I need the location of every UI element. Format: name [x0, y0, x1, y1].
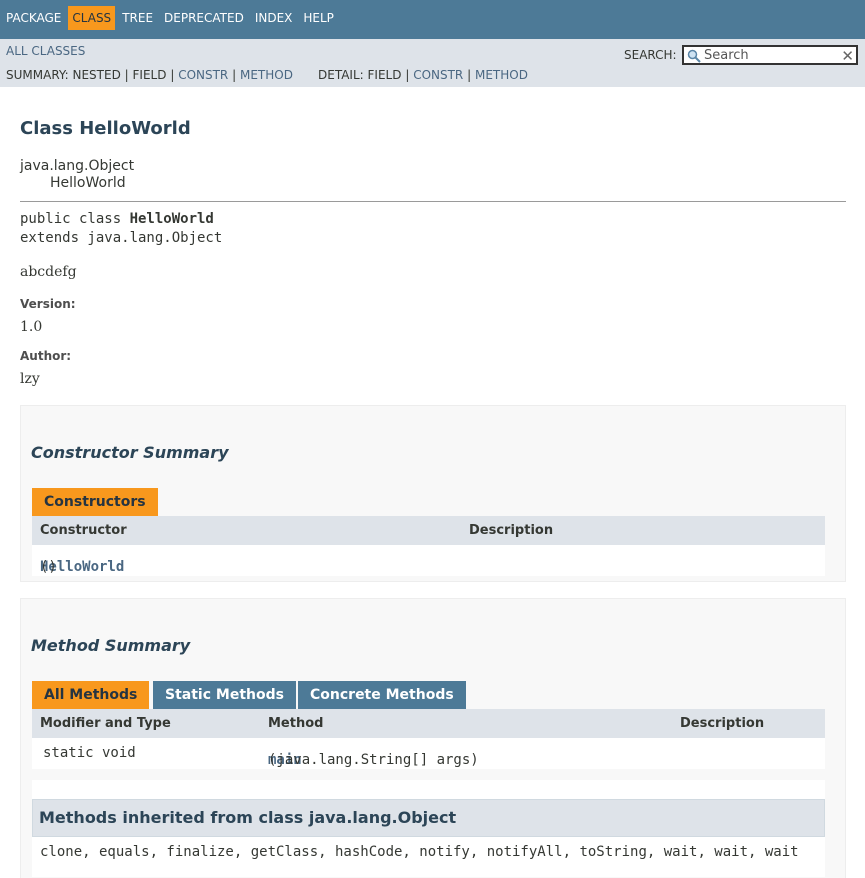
author-value: lzy: [20, 371, 40, 387]
all-classes-link[interactable]: All Classes: [6, 44, 85, 58]
divider: [20, 201, 846, 202]
inherited-methods-header: Methods inherited from class java.lang.O…: [32, 799, 825, 837]
version-value: 1.0: [20, 319, 43, 335]
col-modifier-type: Modifier and Type: [40, 716, 171, 731]
detail-nav: DETAIL: FIELD | CONSTR | METHOD: [318, 68, 528, 82]
class-extends: extends java.lang.Object: [20, 230, 223, 246]
inherited-methods-body: clone, equals, finalize, getClass, hashC…: [32, 837, 825, 877]
constructor-table-header: Constructor Description: [32, 516, 825, 545]
detail-field: FIELD: [367, 68, 402, 82]
top-nav-bar: Package Class Tree Deprecated Index Help: [0, 0, 865, 39]
table-row: static void main (java.lang.String[] args…: [32, 738, 825, 769]
col-method: Method: [268, 716, 324, 731]
summary-nav: SUMMARY: NESTED | FIELD | CONSTR | METHO…: [6, 68, 293, 82]
method-params: (java.lang.String[] args): [268, 752, 479, 768]
constructor-summary-title: Constructor Summary: [31, 443, 229, 462]
search-icon: [687, 49, 701, 63]
method-table-header: Modifier and Type Method Description: [32, 709, 825, 738]
tab-constructors[interactable]: Constructors: [32, 488, 158, 516]
search-label: SEARCH:: [624, 48, 677, 62]
summary-label: SUMMARY:: [6, 68, 69, 82]
inheritance-parent: java.lang.Object: [20, 158, 135, 174]
nav-item-package[interactable]: Package: [2, 6, 65, 30]
top-nav-list: Package Class Tree Deprecated Index Help: [0, 0, 865, 35]
summary-method-link[interactable]: METHOD: [240, 68, 293, 82]
search-placeholder: Search: [704, 48, 749, 63]
nav-item-class[interactable]: Class: [68, 5, 116, 30]
signature-prefix: public class: [20, 211, 130, 227]
clear-search-icon[interactable]: ✕: [841, 47, 854, 65]
inherited-methods-list[interactable]: clone, equals, finalize, getClass, hashC…: [40, 844, 799, 860]
sub-nav-bar: All Classes SUMMARY: NESTED | FIELD | CO…: [0, 39, 865, 87]
constructor-summary-section: Constructor Summary Constructors Constru…: [20, 405, 846, 582]
version-label: Version:: [20, 297, 76, 311]
detail-constr-link[interactable]: CONSTR: [413, 68, 463, 82]
separator: |: [124, 68, 129, 82]
method-summary-section: Method Summary All Methods Static Method…: [20, 598, 846, 878]
col-constructor: Constructor: [40, 523, 127, 538]
separator: |: [232, 68, 237, 82]
separator: |: [405, 68, 410, 82]
detail-method-link[interactable]: METHOD: [475, 68, 528, 82]
detail-label: DETAIL:: [318, 68, 364, 82]
table-row: HelloWorld(): [32, 545, 825, 576]
page-title: Class HelloWorld: [20, 118, 191, 139]
nav-item-deprecated[interactable]: Deprecated: [160, 6, 248, 30]
class-description: abcdefg: [20, 264, 77, 280]
nav-item-tree[interactable]: Tree: [118, 6, 157, 30]
col-description: Description: [680, 716, 765, 731]
method-summary-title: Method Summary: [31, 636, 191, 655]
summary-nested: NESTED: [72, 68, 121, 82]
summary-field: FIELD: [132, 68, 167, 82]
class-signature: public class HelloWorld: [20, 211, 214, 227]
spacer: [32, 780, 825, 800]
inheritance-child: HelloWorld: [50, 175, 126, 191]
tab-static-methods[interactable]: Static Methods: [153, 681, 296, 709]
tab-all-methods[interactable]: All Methods: [32, 681, 150, 709]
tab-concrete-methods[interactable]: Concrete Methods: [298, 681, 466, 709]
nav-item-help[interactable]: Help: [299, 6, 338, 30]
separator: |: [170, 68, 175, 82]
search-input[interactable]: Search ✕: [682, 45, 858, 65]
nav-item-index[interactable]: Index: [251, 6, 297, 30]
separator: |: [467, 68, 472, 82]
summary-constr-link[interactable]: CONSTR: [178, 68, 228, 82]
signature-name: HelloWorld: [129, 211, 214, 227]
inherited-methods-title: Methods inherited from class java.lang.O…: [39, 808, 457, 827]
constructor-params: (): [40, 559, 57, 575]
author-label: Author:: [20, 349, 72, 363]
col-description: Description: [469, 523, 554, 538]
modifier-cell: static void: [43, 745, 136, 761]
